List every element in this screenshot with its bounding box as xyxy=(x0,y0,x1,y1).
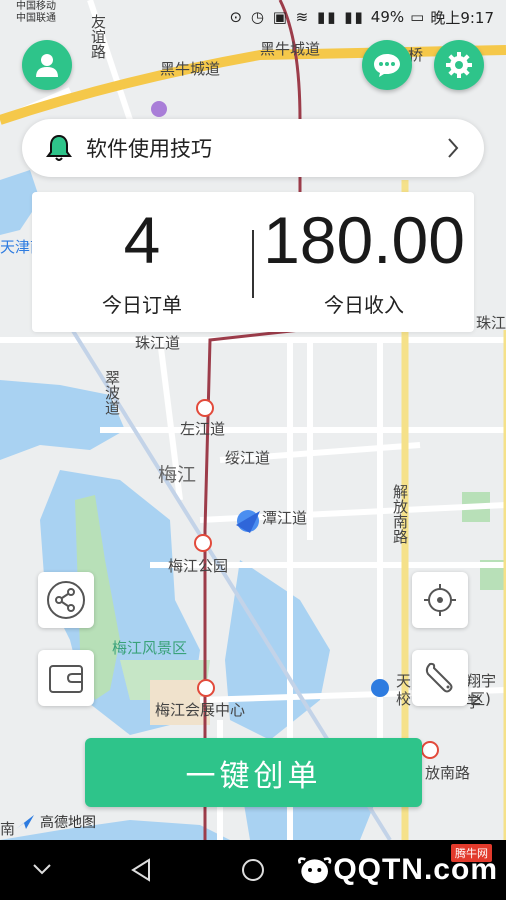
map-label-expo: 梅江会展中心 xyxy=(155,701,246,719)
back-triangle-icon[interactable] xyxy=(130,858,152,882)
map-label-road: 黑牛城道 xyxy=(260,40,321,58)
tips-label: 软件使用技巧 xyxy=(86,137,212,161)
map-label-road: 潭江道 xyxy=(262,509,308,527)
share-button[interactable] xyxy=(38,572,94,628)
locate-button[interactable] xyxy=(412,572,468,628)
orders-value: 4 xyxy=(123,202,161,277)
wallet-button[interactable] xyxy=(38,650,94,706)
map-label-road: 绥江道 xyxy=(225,449,271,467)
gear-icon xyxy=(446,52,472,78)
tips-bar[interactable]: 软件使用技巧 xyxy=(22,119,484,177)
map-provider-logo: 高德地图 xyxy=(14,812,96,832)
orders-stat[interactable]: 4 今日订单 xyxy=(32,192,252,332)
map-label-area: 梅江 xyxy=(158,464,197,486)
orders-label: 今日订单 xyxy=(102,292,182,317)
map-label-park: 梅江公园 xyxy=(168,557,229,575)
bell-icon xyxy=(46,134,72,161)
chevron-right-icon xyxy=(448,138,459,158)
crosshair-icon xyxy=(424,584,456,616)
chat-icon xyxy=(374,54,400,77)
map-label-district: 区) xyxy=(470,690,491,708)
watermark: QQTN.com 腾牛网 xyxy=(296,844,498,896)
map-label-scenic: 梅江风景区 xyxy=(112,639,188,657)
person-icon xyxy=(36,54,58,77)
status-bar: ⊙ ◷ ▣ ≋ ▮▮ ▮▮ 49% ▭ 晚上9:17 xyxy=(0,0,506,34)
wallet-icon xyxy=(49,665,83,693)
income-stat[interactable]: 180.00 今日收入 xyxy=(254,192,474,332)
settings-button[interactable] xyxy=(434,40,484,90)
map-provider-name: 高德地图 xyxy=(40,815,96,831)
status-icons: ⊙ ◷ ▣ ≋ ▮▮ ▮▮ xyxy=(229,8,365,26)
income-value: 180.00 xyxy=(263,202,465,277)
watermark-tag: 腾牛网 xyxy=(451,844,492,862)
share-icon xyxy=(47,581,85,619)
income-label: 今日收入 xyxy=(324,292,404,317)
map-label-road: 珠江道 xyxy=(135,334,181,352)
map-label-road: 左江道 xyxy=(180,420,226,438)
map-label-road: 翠波道 xyxy=(103,370,121,415)
clock: 晚上9:17 xyxy=(430,8,494,27)
chevron-down-icon[interactable] xyxy=(32,862,52,876)
map-label-school: 校 xyxy=(396,690,412,708)
bull-logo-icon xyxy=(298,857,332,884)
map-label-road: 珠江 xyxy=(476,314,506,332)
profile-button[interactable] xyxy=(22,40,72,90)
message-button[interactable] xyxy=(362,40,412,90)
create-order-button[interactable]: 一键创单 xyxy=(85,738,422,807)
map-label-road: 黑牛城道 xyxy=(160,60,221,78)
map-label-road: 南 xyxy=(0,820,16,838)
battery-icon: ▭ xyxy=(410,8,425,26)
battery-level: 49% xyxy=(370,8,405,26)
map-label-road: 解放南路 xyxy=(391,484,409,544)
wrench-icon xyxy=(425,662,453,693)
map-label-road: 放南路 xyxy=(425,764,471,782)
amap-arrow-icon xyxy=(16,815,34,829)
tools-button[interactable] xyxy=(412,650,468,706)
home-circle-icon[interactable] xyxy=(241,858,265,882)
stats-card: 4 今日订单 180.00 今日收入 xyxy=(32,192,474,332)
